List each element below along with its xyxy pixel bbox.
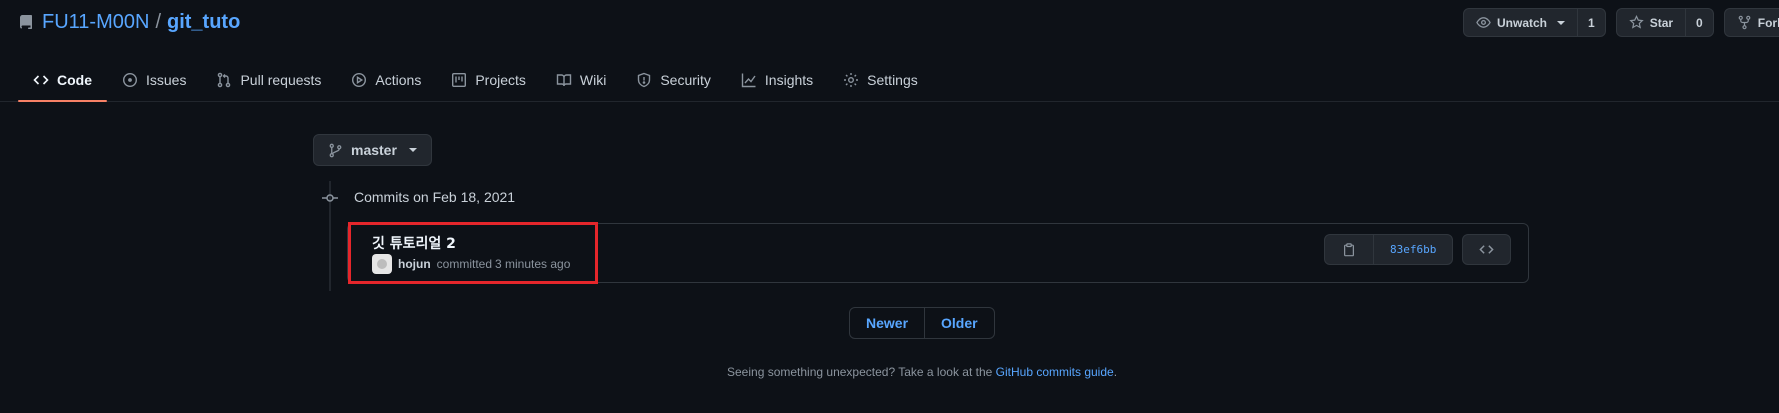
browse-repo-at-commit-button[interactable] (1462, 234, 1511, 265)
tab-wiki[interactable]: Wiki (541, 58, 621, 102)
tab-insights[interactable]: Insights (726, 58, 828, 102)
repo-actions: Unwatch 1 Star 0 Fork (1463, 8, 1779, 37)
footer-end: . (1113, 365, 1118, 379)
project-icon (452, 73, 467, 88)
gear-icon (844, 73, 859, 87)
play-icon (352, 72, 367, 88)
tab-label: Actions (375, 72, 422, 88)
issue-icon (122, 72, 138, 88)
fork-button[interactable]: Fork (1725, 9, 1779, 36)
tab-settings[interactable]: Settings (828, 58, 933, 102)
tab-label: Security (660, 72, 711, 88)
fork-button-group: Fork (1723, 8, 1779, 37)
star-label: Star (1649, 15, 1674, 30)
watch-label: Unwatch (1497, 15, 1548, 30)
commits-guide-link[interactable]: GitHub commits guide (996, 365, 1114, 379)
branch-icon (329, 143, 342, 157)
tab-label: Code (57, 72, 92, 88)
tab-label: Insights (764, 72, 814, 88)
tab-pull-requests[interactable]: Pull requests (201, 58, 336, 102)
commits-date-heading: Commits on Feb 18, 2021 (354, 189, 516, 205)
older-button[interactable]: Older (925, 308, 994, 338)
clipboard-icon (1344, 242, 1354, 256)
repo-owner-link[interactable]: FU11-M00N (42, 11, 149, 34)
tab-code[interactable]: Code (18, 58, 107, 102)
tab-label: Issues (146, 72, 187, 88)
footer-note: Seeing something unexpected? Take a look… (727, 365, 1117, 379)
repo-header: FU11-M00N / git_tuto Unwatch 1 Star 0 Fo… (0, 0, 1779, 102)
footer-text: Seeing something unexpected? Take a look… (727, 365, 993, 379)
newer-button[interactable]: Newer (850, 308, 926, 338)
branch-label: master (351, 142, 397, 158)
repo-title: FU11-M00N / git_tuto (18, 11, 240, 34)
fork-label: Fork (1757, 15, 1779, 30)
copy-sha-button[interactable] (1325, 235, 1374, 264)
chevron-down-icon (1557, 20, 1566, 25)
pull-request-icon (218, 72, 231, 88)
fork-icon (1738, 15, 1751, 30)
repo-name-link[interactable]: git_tuto (167, 11, 240, 34)
star-count[interactable]: 0 (1686, 9, 1713, 36)
graph-icon (741, 73, 756, 88)
star-icon (1629, 15, 1644, 29)
commit-sha-link[interactable]: 83ef6bb (1374, 235, 1452, 264)
tab-projects[interactable]: Projects (436, 58, 541, 102)
tab-label: Pull requests (240, 72, 322, 88)
pagination: Newer Older (849, 307, 995, 339)
commit-icon (322, 194, 338, 202)
star-button-group: Star 0 (1615, 8, 1714, 37)
tab-label: Projects (475, 72, 526, 88)
code-icon (33, 75, 49, 85)
repo-nav-tabs: Code Issues Pull requests Actions Projec… (18, 58, 933, 102)
tab-security[interactable]: Security (621, 58, 726, 102)
commit-sha-group: 83ef6bb (1324, 234, 1454, 265)
tab-label: Wiki (579, 72, 607, 88)
repo-icon (18, 14, 34, 31)
watch-count[interactable]: 1 (1578, 9, 1605, 36)
tab-issues[interactable]: Issues (107, 58, 201, 102)
tab-label: Settings (867, 72, 918, 88)
watch-button-group: Unwatch 1 (1463, 8, 1606, 37)
eye-icon (1476, 17, 1491, 28)
shield-icon (638, 72, 651, 88)
book-icon (556, 74, 572, 87)
star-button[interactable]: Star (1617, 9, 1687, 36)
chevron-down-icon (408, 148, 417, 152)
tab-actions[interactable]: Actions (336, 58, 436, 102)
branch-select-button[interactable]: master (313, 134, 432, 166)
watch-button[interactable]: Unwatch (1464, 9, 1579, 36)
repo-separator: / (155, 11, 161, 33)
annotation-highlight-box (348, 222, 598, 284)
code-icon (1479, 245, 1494, 254)
